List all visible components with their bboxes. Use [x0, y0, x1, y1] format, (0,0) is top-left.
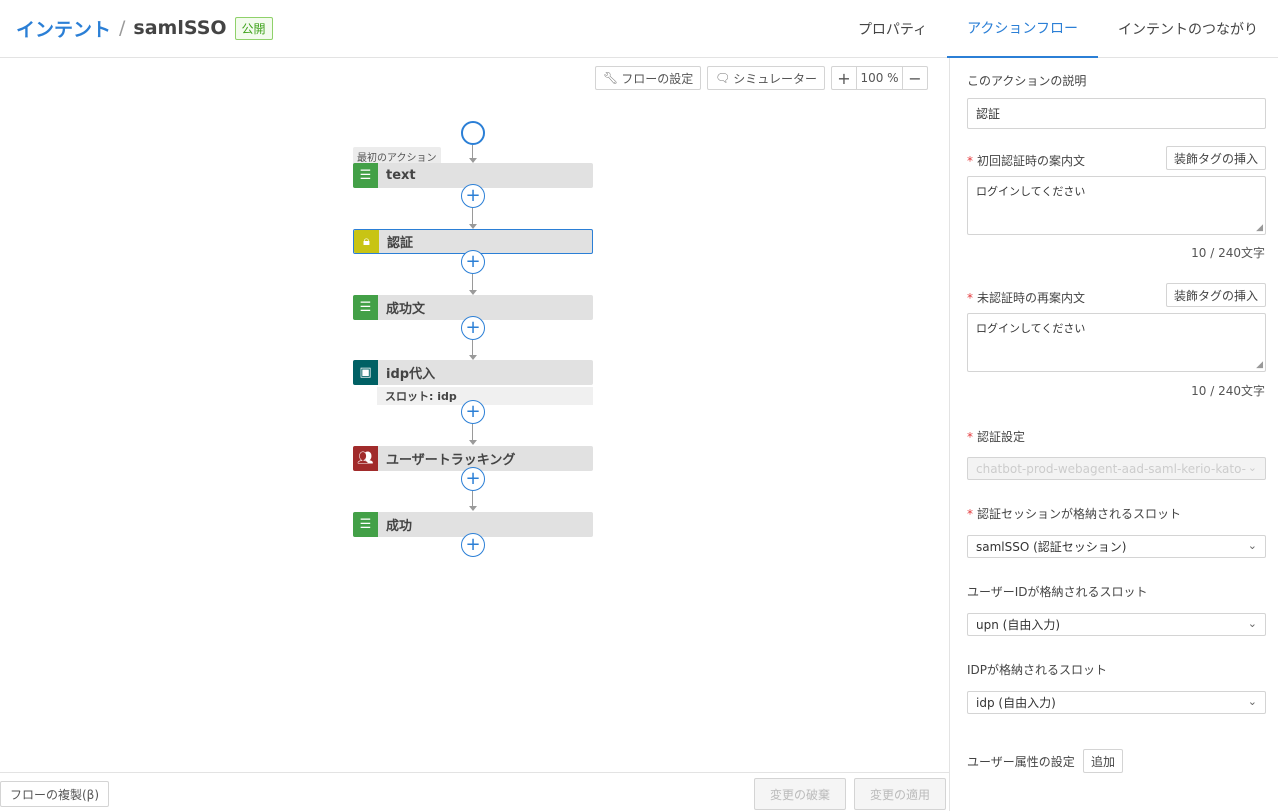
node-slot-detail: スロット: idp — [377, 387, 593, 405]
session-slot-value: samlSSO (認証セッション) — [976, 540, 1127, 554]
add-user-attr-button[interactable]: 追加 — [1083, 749, 1123, 773]
session-slot-label-text: 認証セッションが格納されるスロット — [977, 507, 1182, 521]
node-label: 成功 — [386, 519, 413, 534]
node-label: text — [386, 168, 416, 183]
connector-arrow — [469, 506, 477, 511]
flow-settings-label: フローの設定 — [621, 71, 694, 86]
add-action-button[interactable]: + — [461, 467, 485, 491]
first-auth-char-count: 10 / 240文字 — [1191, 246, 1265, 260]
zoom-in-button[interactable]: + — [832, 67, 856, 89]
tab-intent-connections[interactable]: インテントのつながり — [1098, 0, 1278, 58]
chevron-down-icon: ⌄ — [1247, 461, 1257, 474]
node-label: 認証 — [387, 236, 414, 251]
chevron-down-icon: ⌄ — [1247, 617, 1257, 630]
breadcrumb-separator: / — [119, 17, 126, 39]
lock-icon: 🔒︎ — [354, 230, 379, 253]
connector-line — [472, 145, 473, 159]
idp-slot-label: IDPが格納されるスロット — [967, 663, 1108, 677]
add-action-button[interactable]: + — [461, 184, 485, 208]
add-action-button[interactable]: + — [461, 250, 485, 274]
chat-bubble-icon: 🗨︎ — [715, 71, 731, 85]
slot-icon: ▣ — [353, 360, 378, 385]
first-auth-textarea[interactable]: ログインしてください ◢ — [967, 176, 1266, 235]
flow-start-node — [461, 121, 485, 145]
zoom-out-button[interactable]: − — [903, 67, 927, 89]
text-icon: ☰ — [353, 163, 378, 188]
resize-handle-icon[interactable]: ◢ — [1256, 223, 1263, 233]
auth-settings-label: * 認証設定 — [967, 428, 1025, 445]
simulator-label: シミュレーター — [733, 71, 817, 86]
tab-properties[interactable]: プロパティ — [838, 0, 947, 58]
required-mark: * — [967, 154, 973, 168]
action-settings-panel: このアクションの説明 認証 * 初回認証時の案内文 装飾タグの挿入 ログインしてく… — [951, 58, 1278, 811]
user-attr-label: ユーザー属性の設定 — [967, 755, 1075, 769]
zoom-level: 100 % — [856, 67, 903, 89]
node-label: idp代入 — [386, 367, 436, 382]
session-slot-label: * 認証セッションが格納されるスロット — [967, 505, 1181, 522]
breadcrumb-intent-link[interactable]: インテント — [16, 15, 111, 42]
simulator-button[interactable]: 🗨︎ シミュレーター — [707, 66, 825, 90]
auth-settings-value: chatbot-prod-webagent-aad-saml-kerio-kat… — [976, 461, 1246, 476]
userid-slot-label: ユーザーIDが格納されるスロット — [967, 585, 1148, 599]
auth-settings-select: chatbot-prod-webagent-aad-saml-kerio-kat… — [967, 457, 1266, 480]
tab-action-flow[interactable]: アクションフロー — [947, 0, 1098, 58]
insert-tag-button[interactable]: 装飾タグの挿入 — [1166, 283, 1266, 307]
unauth-textarea[interactable]: ログインしてください ◢ — [967, 313, 1266, 372]
resize-handle-icon[interactable]: ◢ — [1256, 360, 1263, 370]
page-title: samlSSO — [133, 17, 227, 39]
required-mark: * — [967, 430, 973, 444]
zoom-control: + 100 % − — [831, 66, 928, 90]
session-slot-select[interactable]: samlSSO (認証セッション) ⌄ — [967, 535, 1266, 558]
idp-slot-value: idp (自由入力) — [976, 696, 1056, 710]
node-label: 成功文 — [386, 302, 426, 317]
flow-canvas[interactable]: 🔧︎ フローの設定 🗨︎ シミュレーター + 100 % − 最初のアクション … — [0, 58, 950, 772]
add-action-button[interactable]: + — [461, 316, 485, 340]
description-input[interactable]: 認証 — [967, 98, 1266, 129]
description-label: このアクションの説明 — [967, 74, 1087, 88]
unauth-char-count: 10 / 240文字 — [1191, 384, 1265, 398]
insert-tag-button[interactable]: 装飾タグの挿入 — [1166, 146, 1266, 170]
add-action-button[interactable]: + — [461, 400, 485, 424]
apply-changes-button[interactable]: 変更の適用 — [854, 778, 946, 810]
tab-bar: プロパティ アクションフロー インテントのつながり — [838, 0, 1278, 58]
flow-settings-button[interactable]: 🔧︎ フローの設定 — [595, 66, 702, 90]
userid-slot-select[interactable]: upn (自由入力) ⌄ — [967, 613, 1266, 636]
unauth-label-text: 未認証時の再案内文 — [977, 291, 1086, 305]
wrench-icon: 🔧︎ — [603, 71, 619, 85]
chevron-down-icon: ⌄ — [1247, 539, 1257, 552]
idp-slot-select[interactable]: idp (自由入力) ⌄ — [967, 691, 1266, 714]
top-header: インテント / samlSSO 公開 プロパティ アクションフロー インテントの… — [0, 0, 1278, 58]
first-auth-text: ログインしてください — [976, 185, 1086, 198]
discard-changes-button[interactable]: 変更の破棄 — [754, 778, 846, 810]
duplicate-flow-button[interactable]: フローの複製(β) — [0, 781, 109, 807]
footer-bar: フローの複製(β) 変更の破棄 変更の適用 — [0, 772, 950, 811]
text-icon: ☰ — [353, 295, 378, 320]
required-mark: * — [967, 291, 973, 305]
text-icon: ☰ — [353, 512, 378, 537]
add-action-button[interactable]: + — [461, 533, 485, 557]
node-label: ユーザートラッキング — [386, 453, 516, 468]
userid-slot-value: upn (自由入力) — [976, 618, 1061, 632]
required-mark: * — [967, 507, 973, 521]
auth-settings-label-text: 認証設定 — [977, 430, 1026, 444]
connector-arrow — [469, 440, 477, 445]
chevron-down-icon: ⌄ — [1247, 695, 1257, 708]
first-auth-label-text: 初回認証時の案内文 — [977, 154, 1086, 168]
unauth-label: * 未認証時の再案内文 — [967, 289, 1085, 306]
unauth-text: ログインしてください — [976, 322, 1086, 335]
status-badge: 公開 — [234, 16, 273, 40]
breadcrumb: インテント / samlSSO 公開 — [16, 15, 273, 41]
flow-node-idp-assign[interactable]: ▣ idp代入 — [353, 360, 593, 385]
first-auth-label: * 初回認証時の案内文 — [967, 152, 1085, 169]
users-icon: 👥︎ — [353, 446, 378, 471]
